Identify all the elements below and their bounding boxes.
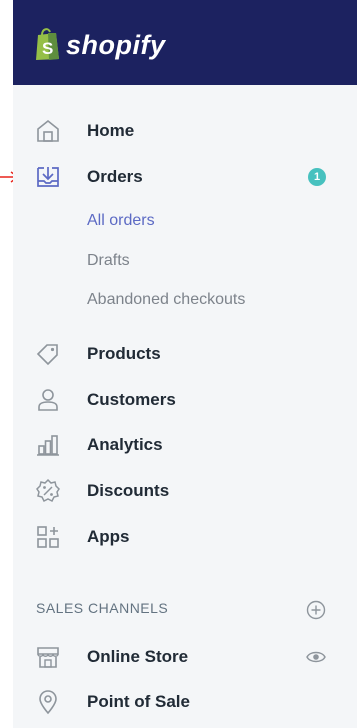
sales-channels-heading: SALES CHANNELS bbox=[36, 600, 169, 616]
nav-label-orders: Orders bbox=[87, 167, 143, 186]
nav-label-analytics: Analytics bbox=[87, 435, 163, 454]
nav-label-products: Products bbox=[87, 344, 161, 363]
home-icon bbox=[35, 118, 61, 144]
nav-label-apps: Apps bbox=[87, 527, 130, 546]
bar-chart-icon bbox=[35, 432, 61, 458]
nav-item-point-of-sale[interactable]: Point of Sale bbox=[13, 682, 357, 722]
nav-item-discounts[interactable]: Discounts bbox=[13, 471, 357, 511]
nav-label-discounts: Discounts bbox=[87, 481, 170, 500]
nav-item-orders[interactable]: Orders 1 bbox=[13, 157, 357, 197]
nav-item-products[interactable]: Products bbox=[13, 334, 357, 374]
brand-logo-text[interactable]: shopify bbox=[66, 27, 166, 63]
apps-icon bbox=[35, 524, 61, 550]
sub-item-drafts[interactable]: Drafts bbox=[87, 251, 130, 271]
shopify-bag-icon: S bbox=[36, 28, 59, 60]
view-store-eye-icon[interactable] bbox=[306, 648, 326, 666]
nav-label-home: Home bbox=[87, 121, 135, 140]
add-sales-channel-icon[interactable] bbox=[306, 600, 326, 620]
nav-item-apps[interactable]: Apps bbox=[13, 517, 357, 557]
nav-label-point-of-sale: Point of Sale bbox=[87, 692, 190, 711]
top-bar: S shopify bbox=[13, 0, 357, 85]
nav-label-online-store: Online Store bbox=[87, 647, 189, 666]
location-pin-icon bbox=[35, 689, 61, 715]
orders-count-badge: 1 bbox=[308, 168, 326, 186]
tag-icon bbox=[35, 341, 61, 367]
orders-icon bbox=[35, 164, 61, 190]
discount-icon bbox=[35, 478, 61, 504]
store-icon bbox=[35, 644, 61, 670]
nav-item-home[interactable]: Home bbox=[13, 111, 357, 151]
person-icon bbox=[35, 387, 61, 413]
nav-label-customers: Customers bbox=[87, 390, 176, 409]
nav-item-customers[interactable]: Customers bbox=[13, 380, 357, 420]
sub-item-abandoned-checkouts[interactable]: Abandoned checkouts bbox=[87, 290, 245, 310]
svg-text:S: S bbox=[42, 39, 53, 58]
nav-item-analytics[interactable]: Analytics bbox=[13, 425, 357, 465]
sub-item-all-orders[interactable]: All orders bbox=[87, 211, 155, 231]
